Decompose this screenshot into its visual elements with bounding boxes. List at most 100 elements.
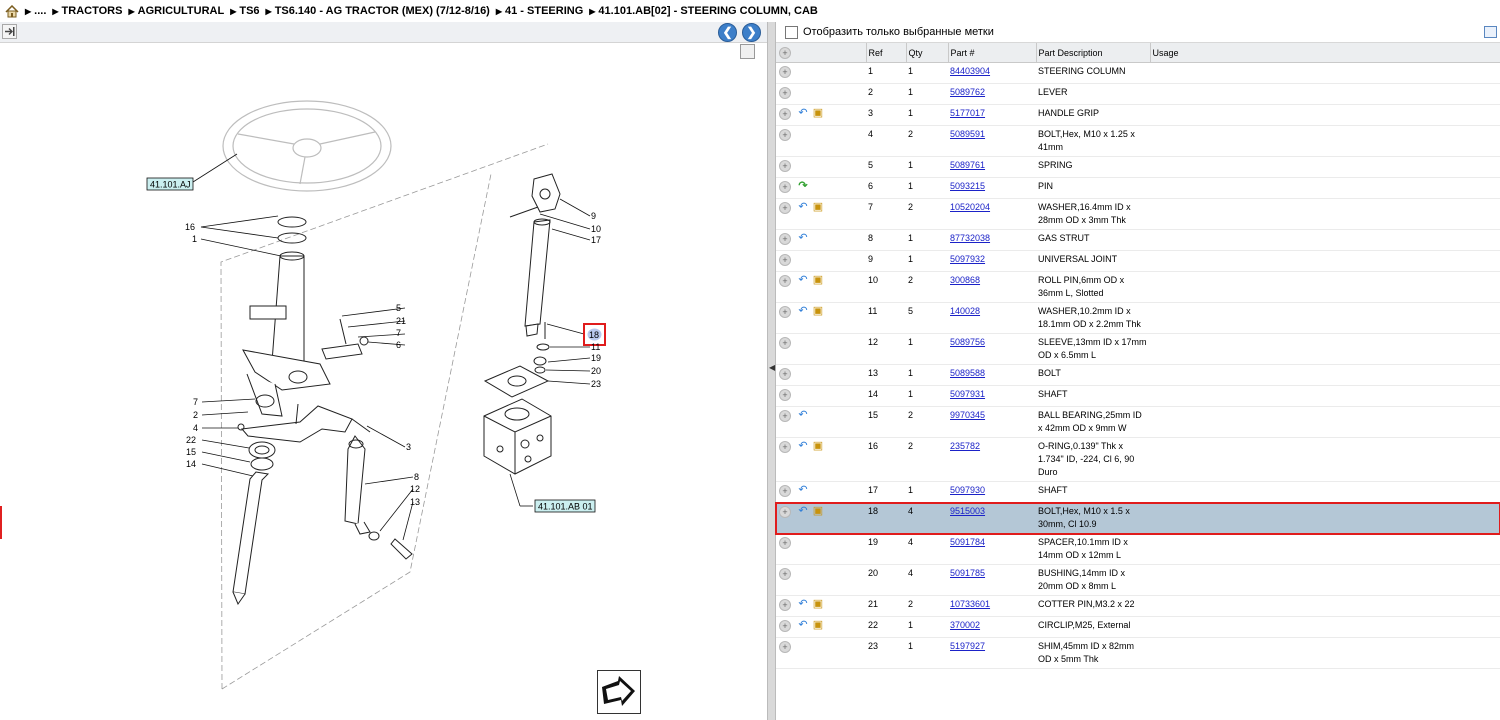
expand-row-icon[interactable]: + — [779, 641, 791, 653]
part-number-link[interactable]: 5089761 — [950, 160, 985, 170]
show-selected-only-checkbox[interactable] — [785, 25, 798, 39]
back-arrow-icon[interactable]: ↶ — [797, 274, 809, 286]
part-number-link[interactable]: 10733601 — [950, 599, 990, 609]
expand-row-icon[interactable]: + — [779, 108, 791, 120]
next-sheet-arrow-icon[interactable] — [597, 670, 641, 714]
part-number-link[interactable]: 9515003 — [950, 506, 985, 516]
expand-row-icon[interactable]: + — [779, 568, 791, 580]
expand-row-icon[interactable]: + — [779, 254, 791, 266]
table-row[interactable]: + ↷ 6 1 5093215 PIN — [776, 177, 1500, 199]
package-icon[interactable]: ▣ — [812, 598, 824, 610]
part-number-link[interactable]: 5091784 — [950, 537, 985, 547]
table-row[interactable]: +19 4 5091784 SPACER,10.1mm ID x 14mm OD x … — [776, 533, 1500, 565]
back-arrow-icon[interactable]: ↶ — [797, 484, 809, 496]
part-number-link[interactable]: 5089591 — [950, 129, 985, 139]
back-arrow-icon[interactable]: ↶ — [797, 305, 809, 317]
column-header-qty[interactable]: Qty — [906, 43, 949, 63]
table-row[interactable]: + ↶ 17 1 5097930 SHAFT — [776, 481, 1500, 503]
expand-row-icon[interactable]: + — [779, 389, 791, 401]
next-page-button[interactable]: ❯ — [742, 23, 761, 42]
table-row[interactable]: + ↶ ▣ 21 2 10733601 COTTER PIN,M3.2 x 22 — [776, 595, 1500, 617]
part-number-link[interactable]: 140028 — [950, 306, 980, 316]
expand-row-icon[interactable]: + — [779, 337, 791, 349]
table-row[interactable]: + ↶ ▣ 7 2 10520204 WASHER,16.4mm ID x 28mm OD … — [776, 198, 1500, 230]
table-row[interactable]: +9 1 5097932 UNIVERSAL JOINT — [776, 250, 1500, 272]
back-arrow-icon[interactable]: ↶ — [797, 107, 809, 119]
part-number-link[interactable]: 5089588 — [950, 368, 985, 378]
table-row[interactable]: + ↶ ▣ 22 1 370002 CIRCLIP,M25, External — [776, 616, 1500, 638]
table-row[interactable]: +5 1 5089761 SPRING — [776, 156, 1500, 178]
expand-row-icon[interactable]: + — [779, 181, 791, 193]
table-row[interactable]: +1 1 84403904 STEERING COLUMN — [776, 62, 1500, 84]
table-row[interactable]: +23 1 5197927 SHIM,45mm ID x 82mm OD x 5mm … — [776, 637, 1500, 669]
part-number-link[interactable]: 5197927 — [950, 641, 985, 651]
part-number-link[interactable]: 5089756 — [950, 337, 985, 347]
column-header-ref[interactable]: Ref — [866, 43, 907, 63]
expand-all-icon[interactable]: + — [779, 47, 791, 59]
table-row[interactable]: +14 1 5097931 SHAFT — [776, 385, 1500, 407]
previous-page-button[interactable]: ❮ — [718, 23, 737, 42]
breadcrumb-item-root[interactable]: ▶.... — [25, 5, 46, 17]
table-row[interactable]: + ↶ 15 2 9970345 BALL BEARING,25mm ID x 42mm … — [776, 406, 1500, 438]
table-row[interactable]: + ↶ ▣ 11 5 140028 WASHER,10.2mm ID x 18.1mm OD… — [776, 302, 1500, 334]
breadcrumb-item-tractors[interactable]: ▶ TRACTORS — [52, 5, 122, 17]
breadcrumb-item-agricultural[interactable]: ▶ AGRICULTURAL — [128, 5, 224, 17]
expand-row-icon[interactable]: + — [779, 485, 791, 497]
table-row-selected[interactable]: + ↶ ▣ 18 4 9515003 BOLT,Hex, M10 x 1.5 x 30mm,… — [775, 501, 1500, 535]
green-arrow-icon[interactable]: ↷ — [797, 180, 809, 192]
expand-all-header[interactable]: + — [776, 43, 867, 63]
package-icon[interactable]: ▣ — [812, 274, 824, 286]
list-view-icon[interactable] — [1484, 26, 1497, 38]
expand-row-icon[interactable]: + — [779, 506, 791, 518]
expand-row-icon[interactable]: + — [779, 620, 791, 632]
back-arrow-icon[interactable]: ↶ — [797, 232, 809, 244]
package-icon[interactable]: ▣ — [812, 440, 824, 452]
table-row[interactable]: +13 1 5089588 BOLT — [776, 364, 1500, 386]
column-header-usage[interactable]: Usage — [1150, 43, 1500, 63]
back-arrow-icon[interactable]: ↶ — [797, 598, 809, 610]
part-number-link[interactable]: 5089762 — [950, 87, 985, 97]
expand-row-icon[interactable]: + — [779, 537, 791, 549]
table-row[interactable]: + ↶ 8 1 87732038 GAS STRUT — [776, 229, 1500, 251]
pane-splitter[interactable]: ◀ — [767, 22, 776, 720]
expand-row-icon[interactable]: + — [779, 368, 791, 380]
table-row[interactable]: +2 1 5089762 LEVER — [776, 83, 1500, 105]
part-number-link[interactable]: 5097930 — [950, 485, 985, 495]
package-icon[interactable]: ▣ — [812, 107, 824, 119]
back-arrow-icon[interactable]: ↶ — [797, 619, 809, 631]
table-row[interactable]: + ↶ ▣ 16 2 235782 O-RING,0.139" Thk x 1.734" I… — [776, 437, 1500, 482]
expand-row-icon[interactable]: + — [779, 233, 791, 245]
part-number-link[interactable]: 10520204 — [950, 202, 990, 212]
expand-row-icon[interactable]: + — [779, 66, 791, 78]
table-row[interactable]: + ↶ ▣ 10 2 300868 ROLL PIN,6mm OD x 36mm L, Sl… — [776, 271, 1500, 303]
part-number-link[interactable]: 5093215 — [950, 181, 985, 191]
breadcrumb-item-model[interactable]: ▶ TS6.140 - AG TRACTOR (MEX) (7/12-8/16) — [266, 5, 490, 17]
ref-link-41-101-ab-01[interactable]: 41.101.AB 01 — [534, 499, 596, 513]
part-number-link[interactable]: 300868 — [950, 275, 980, 285]
collapse-left-icon[interactable]: ◀ — [769, 363, 775, 372]
expand-row-icon[interactable]: + — [779, 599, 791, 611]
export-icon[interactable] — [2, 24, 17, 39]
part-number-link[interactable]: 5097932 — [950, 254, 985, 264]
part-number-link[interactable]: 9970345 — [950, 410, 985, 420]
ref-link-41-101-aj[interactable]: 41.101.AJ — [146, 177, 194, 191]
breadcrumb-item-ts6[interactable]: ▶ TS6 — [230, 5, 259, 17]
package-icon[interactable]: ▣ — [812, 201, 824, 213]
expand-row-icon[interactable]: + — [779, 87, 791, 99]
expand-row-icon[interactable]: + — [779, 441, 791, 453]
back-arrow-icon[interactable]: ↶ — [797, 409, 809, 421]
home-icon[interactable] — [5, 4, 19, 18]
package-icon[interactable]: ▣ — [812, 505, 824, 517]
back-arrow-icon[interactable]: ↶ — [797, 440, 809, 452]
table-row[interactable]: +12 1 5089756 SLEEVE,13mm ID x 17mm OD x 6.… — [776, 333, 1500, 365]
package-icon[interactable]: ▣ — [812, 305, 824, 317]
breadcrumb-item-section[interactable]: ▶ 41 - STEERING — [496, 5, 583, 17]
column-header-part-number[interactable]: Part # — [948, 43, 1037, 63]
expand-row-icon[interactable]: + — [779, 306, 791, 318]
back-arrow-icon[interactable]: ↶ — [797, 201, 809, 213]
table-row[interactable]: + ↶ ▣ 3 1 5177017 HANDLE GRIP — [776, 104, 1500, 126]
table-row[interactable]: +4 2 5089591 BOLT,Hex, M10 x 1.25 x 41mm — [776, 125, 1500, 157]
table-row[interactable]: +20 4 5091785 BUSHING,14mm ID x 20mm OD x 8… — [776, 564, 1500, 596]
part-number-link[interactable]: 5177017 — [950, 108, 985, 118]
expand-row-icon[interactable]: + — [779, 275, 791, 287]
